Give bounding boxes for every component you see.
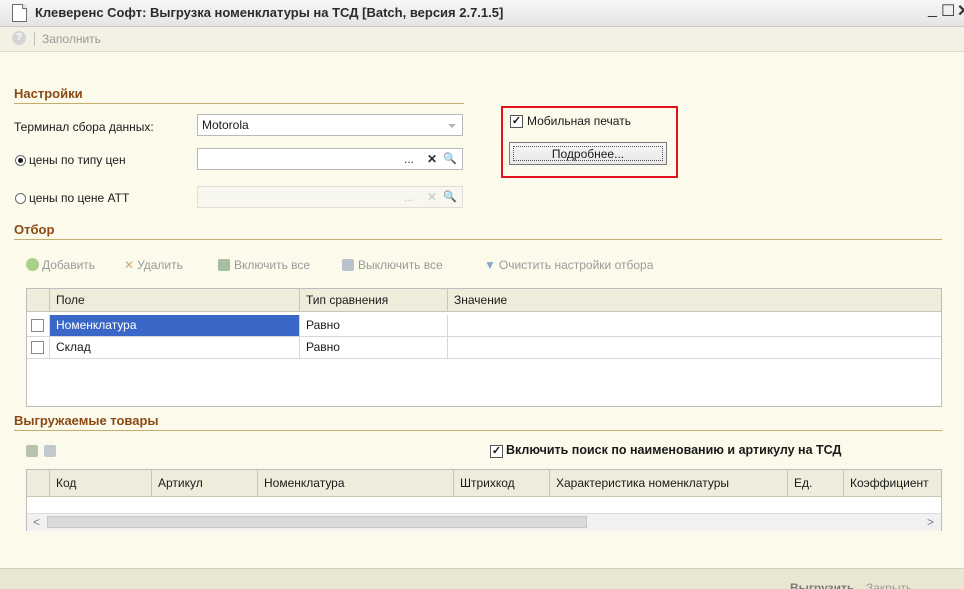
disable-goods-icon[interactable] <box>44 445 56 457</box>
delete-filter-button[interactable]: ✕ Удалить <box>124 258 183 272</box>
table-row[interactable]: Номенклатура Равно <box>27 315 941 337</box>
column-article[interactable]: Артикул <box>151 470 257 496</box>
ellipsis-button[interactable]: ... <box>404 151 414 167</box>
radio-price-att-label: цены по цене АТТ <box>29 191 130 205</box>
scroll-left-arrow[interactable]: < <box>33 515 40 529</box>
goods-divider <box>14 430 942 431</box>
column-characteristic[interactable]: Характеристика номенклатуры <box>549 470 787 496</box>
column-barcode[interactable]: Штрихкод <box>453 470 549 496</box>
column-comparison[interactable]: Тип сравнения <box>299 289 447 311</box>
enable-all-button[interactable]: Включить все <box>218 258 310 272</box>
goods-table-header: Код Артикул Номенклатура Штрихкод Характ… <box>27 470 941 497</box>
clear-filter-settings-button[interactable]: ▼ Очистить настройки отбора <box>484 258 653 272</box>
row-field-cell[interactable]: Склад <box>49 337 299 358</box>
column-nomenclature[interactable]: Номенклатура <box>257 470 453 496</box>
disable-all-button[interactable]: Выключить все <box>342 258 443 272</box>
mobile-print-checkbox[interactable]: ✓ <box>510 115 523 128</box>
settings-divider <box>14 103 464 104</box>
radio-price-att[interactable] <box>15 193 26 204</box>
search-icon-disabled: 🔍 <box>443 191 457 203</box>
delete-icon: ✕ <box>124 258 135 272</box>
row-value-cell[interactable] <box>447 315 941 336</box>
add-icon <box>26 258 39 271</box>
close-button[interactable]: Закрыть <box>866 581 912 589</box>
goods-table[interactable]: Код Артикул Номенклатура Штрихкод Характ… <box>26 469 942 531</box>
filter-header: Отбор <box>14 222 55 237</box>
column-coefficient[interactable]: Коэффициент <box>843 470 941 496</box>
chevron-down-icon[interactable] <box>448 124 456 128</box>
row-checkbox[interactable] <box>31 319 44 332</box>
scroll-right-arrow[interactable]: > <box>927 515 934 529</box>
export-window: Клеверенс Софт: Выгрузка номенклатуры на… <box>0 0 964 589</box>
fill-button[interactable]: Заполнить <box>42 32 101 46</box>
disable-all-icon <box>342 259 354 271</box>
row-checkbox[interactable] <box>31 341 44 354</box>
row-field-cell[interactable]: Номенклатура <box>49 315 299 336</box>
goods-header: Выгружаемые товары <box>14 413 159 428</box>
details-button[interactable]: Подробнее... <box>509 142 667 165</box>
document-icon <box>12 4 27 22</box>
enable-goods-icon[interactable] <box>26 445 38 457</box>
main-toolbar: ? Заполнить <box>0 27 964 52</box>
ellipsis-button-disabled: ... <box>404 190 415 204</box>
column-unit[interactable]: Ед. <box>787 470 843 496</box>
search-icon[interactable]: 🔍 <box>443 151 457 167</box>
funnel-clear-icon: ▼ <box>484 258 496 272</box>
maximize-button[interactable]: ☐ <box>941 2 955 22</box>
table-row[interactable]: Склад Равно <box>27 337 941 359</box>
goods-horizontal-scrollbar[interactable]: < > <box>27 513 941 531</box>
toolbar-separator <box>34 32 35 46</box>
add-filter-label: Добавить <box>42 258 96 272</box>
radio-price-type-label: цены по типу цен <box>29 153 126 167</box>
delete-filter-label: Удалить <box>137 258 183 272</box>
enable-all-icon <box>218 259 230 271</box>
mobile-print-label: Мобильная печать <box>527 114 631 128</box>
terminal-label: Терминал сбора данных: <box>14 120 154 134</box>
price-type-field[interactable]: ... ✕ 🔍 <box>197 148 463 170</box>
name-search-label: Включить поиск по наименованию и артикул… <box>506 443 842 457</box>
enable-all-label: Включить все <box>234 258 311 272</box>
row-comparison-cell[interactable]: Равно <box>299 315 447 336</box>
filter-table[interactable]: Поле Тип сравнения Значение Номенклатура… <box>26 288 942 407</box>
column-code[interactable]: Код <box>49 470 151 496</box>
row-comparison-cell[interactable]: Равно <box>299 337 447 358</box>
column-field[interactable]: Поле <box>49 289 299 311</box>
name-search-checkbox[interactable]: ✓ <box>490 445 503 458</box>
close-window-button[interactable]: ✕ <box>957 2 964 22</box>
settings-header: Настройки <box>14 86 83 101</box>
header-check-column <box>27 289 49 311</box>
disable-all-label: Выключить все <box>358 258 443 272</box>
clear-icon[interactable]: ✕ <box>427 151 437 167</box>
terminal-select[interactable]: Motorola <box>197 114 463 136</box>
footer-bar: Выгрузить Закрыть <box>0 568 964 589</box>
title-bar[interactable]: Клеверенс Софт: Выгрузка номенклатуры на… <box>0 0 964 27</box>
terminal-value: Motorola <box>202 118 249 132</box>
window-title: Клеверенс Софт: Выгрузка номенклатуры на… <box>35 5 504 20</box>
radio-price-type[interactable] <box>15 155 26 166</box>
filter-table-header: Поле Тип сравнения Значение <box>27 289 941 312</box>
column-value[interactable]: Значение <box>447 289 941 311</box>
filter-divider <box>14 239 942 240</box>
details-button-label: Подробнее... <box>551 147 625 161</box>
clear-filter-settings-label: Очистить настройки отбора <box>498 258 654 272</box>
clear-icon-disabled: ✕ <box>427 190 438 204</box>
help-icon[interactable]: ? <box>12 31 26 45</box>
add-filter-button[interactable]: Добавить <box>26 258 95 272</box>
scrollbar-thumb[interactable] <box>47 516 587 528</box>
filter-toolbar: Добавить ✕ Удалить Включить все Выключить… <box>26 258 726 276</box>
price-att-field: ... ✕ 🔍 <box>197 186 463 208</box>
header-check-column <box>27 470 49 496</box>
row-value-cell[interactable] <box>447 337 941 358</box>
minimize-button[interactable]: _ <box>928 0 937 20</box>
export-button[interactable]: Выгрузить <box>790 581 854 589</box>
